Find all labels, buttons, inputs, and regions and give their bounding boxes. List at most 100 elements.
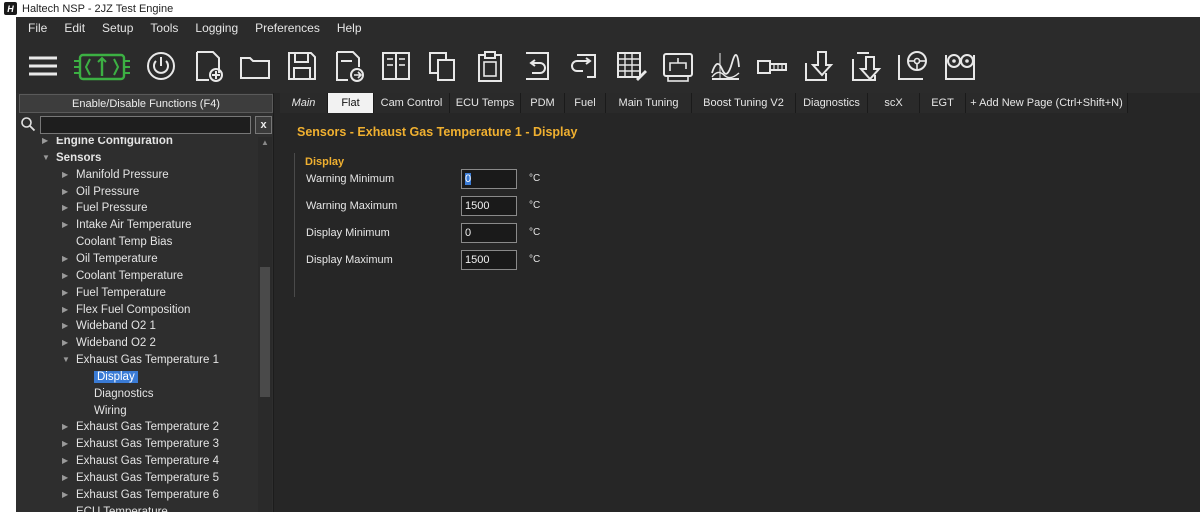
collapsed-arrow-icon[interactable]: ▶ [62,470,68,486]
collapsed-arrow-icon[interactable]: ▶ [62,217,68,233]
tree-item-manifold-pressure[interactable]: ▶ Manifold Pressure [62,167,169,183]
tree-item-coolant-temp-bias[interactable]: Coolant Temp Bias [76,234,172,250]
tab-fuel[interactable]: Fuel [565,93,606,113]
controller-button[interactable] [941,47,979,85]
tab-cam-control[interactable]: Cam Control [374,93,450,113]
tree-item-oil-pressure[interactable]: ▶ Oil Pressure [62,184,139,200]
tree-item-wideband-o2-1[interactable]: ▶ Wideband O2 1 [62,318,156,334]
collapsed-arrow-icon[interactable]: ▶ [62,251,68,267]
display-maximum-input[interactable]: 1500 [461,250,517,270]
tree-item-label: Display [94,370,138,383]
tab-main[interactable]: Main [280,93,328,113]
collapsed-arrow-icon[interactable]: ▶ [62,302,68,318]
collapsed-arrow-icon[interactable]: ▶ [62,285,68,301]
collapsed-arrow-icon[interactable]: ▶ [62,167,68,183]
open-folder-button[interactable] [236,47,274,85]
tab-egt[interactable]: EGT [920,93,966,113]
tree-item-fuel-pressure[interactable]: ▶ Fuel Pressure [62,200,148,216]
collapsed-arrow-icon[interactable]: ▶ [62,200,68,216]
collapsed-arrow-icon[interactable]: ▶ [62,184,68,200]
tree-item-exhaust-gas-temperature-4[interactable]: ▶ Exhaust Gas Temperature 4 [62,453,219,469]
hamburger-menu-button[interactable] [24,47,62,85]
tab-add-new-page-ctrl-shift-n[interactable]: + Add New Page (Ctrl+Shift+N) [966,93,1128,113]
collapsed-arrow-icon[interactable]: ▶ [62,419,68,435]
steering-wheel-button[interactable] [894,47,932,85]
menu-tools[interactable]: Tools [150,21,178,35]
collapsed-arrow-icon[interactable]: ▶ [42,137,48,149]
copy-button[interactable] [424,47,462,85]
tree-item-wideband-o2-2[interactable]: ▶ Wideband O2 2 [62,335,156,351]
tree-item-sensors[interactable]: ▼ Sensors [42,150,101,166]
menu-help[interactable]: Help [337,21,362,35]
collapsed-arrow-icon[interactable]: ▶ [62,436,68,452]
expanded-arrow-icon[interactable]: ▼ [42,150,50,166]
collapsed-arrow-icon[interactable]: ▶ [62,318,68,334]
content-panel: Sensors - Exhaust Gas Temperature 1 - Di… [286,115,1200,512]
scrollbar-thumb[interactable] [260,267,270,397]
tab-diagnostics[interactable]: Diagnostics [796,93,868,113]
tree-item-oil-temperature[interactable]: ▶ Oil Temperature [62,251,158,267]
tree-item-engine-configuration[interactable]: ▶ Engine Configuration [42,137,173,149]
tree-item-diagnostics[interactable]: Diagnostics [94,386,153,402]
search-input[interactable] [40,116,251,134]
tree-item-exhaust-gas-temperature-1[interactable]: ▼ Exhaust Gas Temperature 1 [62,352,219,368]
tree-item-label: Wideband O2 1 [76,320,156,333]
redo-button[interactable] [565,47,603,85]
ecu-connect-button[interactable] [71,47,133,85]
tree-item-label: Flex Fuel Composition [76,303,191,316]
tab-boost-tuning-v2[interactable]: Boost Tuning V2 [692,93,796,113]
tree-item-intake-air-temperature[interactable]: ▶ Intake Air Temperature [62,217,192,233]
enable-disable-functions-button[interactable]: Enable/Disable Functions (F4) [19,94,273,113]
search-icon [21,117,36,132]
tree-item-exhaust-gas-temperature-6[interactable]: ▶ Exhaust Gas Temperature 6 [62,487,219,503]
display-minimum-input[interactable]: 0 [461,223,517,243]
display-minimum-unit: °C [529,227,541,238]
sensor-button[interactable] [753,47,791,85]
tree-item-exhaust-gas-temperature-5[interactable]: ▶ Exhaust Gas Temperature 5 [62,470,219,486]
menu-file[interactable]: File [28,21,47,35]
clear-search-button[interactable]: x [255,116,272,134]
menu-setup[interactable]: Setup [102,21,133,35]
tree-item-display[interactable]: Display [94,369,138,385]
upload-button[interactable] [847,47,885,85]
tab-scx[interactable]: scX [868,93,920,113]
table-edit-button[interactable] [612,47,650,85]
tree-item-exhaust-gas-temperature-3[interactable]: ▶ Exhaust Gas Temperature 3 [62,436,219,452]
sensor-icon [757,60,787,74]
scroll-up-icon[interactable]: ▲ [260,138,270,148]
warning-minimum-input[interactable]: 0 [461,169,517,189]
tree-item-flex-fuel-composition[interactable]: ▶ Flex Fuel Composition [62,302,191,318]
tree-item-label: Exhaust Gas Temperature 5 [76,472,219,484]
tuning-map-button[interactable] [659,47,697,85]
clipboard-button[interactable] [471,47,509,85]
export-file-button[interactable] [330,47,368,85]
tab-flat[interactable]: Flat [328,93,374,113]
tab-ecu-temps[interactable]: ECU Temps [450,93,521,113]
new-file-button[interactable] [189,47,227,85]
menu-edit[interactable]: Edit [64,21,85,35]
tree-item-exhaust-gas-temperature-2[interactable]: ▶ Exhaust Gas Temperature 2 [62,419,219,435]
compare-button[interactable] [377,47,415,85]
chart-graph-icon [711,53,740,80]
menu-logging[interactable]: Logging [195,21,238,35]
menu-preferences[interactable]: Preferences [255,21,320,35]
power-button[interactable] [142,47,180,85]
download-button[interactable] [800,47,838,85]
collapsed-arrow-icon[interactable]: ▶ [62,335,68,351]
tree-scrollbar[interactable]: ▲ [258,137,272,512]
collapsed-arrow-icon[interactable]: ▶ [62,268,68,284]
chart-graph-button[interactable] [706,47,744,85]
tab-main-tuning[interactable]: Main Tuning [606,93,692,113]
tree-item-fuel-temperature[interactable]: ▶ Fuel Temperature [62,285,166,301]
undo-button[interactable] [518,47,556,85]
tree-item-coolant-temperature[interactable]: ▶ Coolant Temperature [62,268,183,284]
tab-pdm[interactable]: PDM [521,93,565,113]
collapsed-arrow-icon[interactable]: ▶ [62,453,68,469]
expanded-arrow-icon[interactable]: ▼ [62,352,70,368]
collapsed-arrow-icon[interactable]: ▶ [62,487,68,503]
tree-item-ecu-temperature[interactable]: ECU Temperature [76,504,168,512]
tree-item-wiring[interactable]: Wiring [94,403,127,419]
save-button[interactable] [283,47,321,85]
title-bar: H Haltech NSP - 2JZ Test Engine [0,0,1200,17]
warning-maximum-input[interactable]: 1500 [461,196,517,216]
